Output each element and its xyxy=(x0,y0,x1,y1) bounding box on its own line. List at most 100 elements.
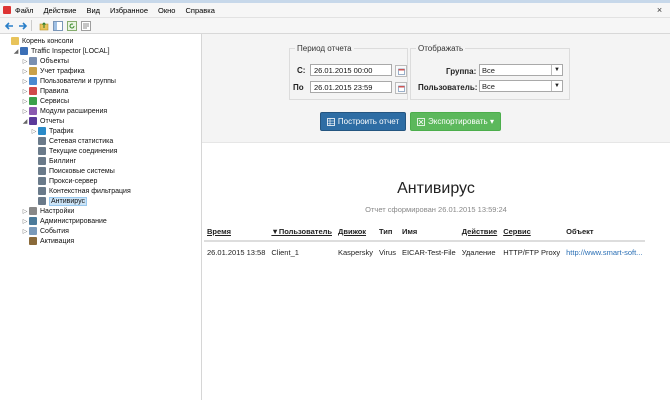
col-time[interactable]: Время xyxy=(204,222,269,242)
col-object: Объект xyxy=(563,222,646,242)
col-user[interactable]: ▼Пользователь xyxy=(268,222,335,242)
forward-arrow-icon[interactable] xyxy=(17,20,28,31)
expand-arrow-icon[interactable]: ▷ xyxy=(22,58,28,65)
menu-window[interactable]: Окно xyxy=(158,6,175,15)
report-item-icon xyxy=(38,157,46,165)
menu-help[interactable]: Справка xyxy=(185,6,214,15)
tree-item[interactable]: Контекстная фильтрация xyxy=(31,186,131,196)
tree-item[interactable]: ▷ Модули расширения xyxy=(22,106,107,116)
properties-icon[interactable] xyxy=(80,20,91,31)
table-icon xyxy=(326,117,335,126)
admin-icon xyxy=(29,217,37,225)
expand-arrow-icon[interactable]: ▷ xyxy=(22,108,28,115)
expand-arrow-icon[interactable]: ▷ xyxy=(22,208,28,215)
cell-service: HTTP/FTP Proxy xyxy=(500,240,564,262)
close-icon[interactable]: × xyxy=(655,6,664,15)
modules-icon xyxy=(29,107,37,115)
reports-icon xyxy=(29,117,37,125)
tree-item[interactable]: Прокси-сервер xyxy=(31,176,97,186)
to-label: По xyxy=(293,83,304,92)
cell-user: Client_1 xyxy=(268,240,335,262)
build-report-button[interactable]: Построить отчет xyxy=(320,112,406,131)
toolbar-separator xyxy=(31,20,32,31)
collapse-arrow-icon[interactable]: ◢ xyxy=(13,48,19,55)
user-select[interactable]: Все ▼ xyxy=(479,80,563,92)
to-date-input[interactable]: 26.01.2015 23:59 xyxy=(310,81,392,93)
menu-file[interactable]: Файл xyxy=(15,6,33,15)
tree-item-label: Модули расширения xyxy=(40,107,108,115)
tree-item[interactable]: Поисковые системы xyxy=(31,166,115,176)
tree-item[interactable]: ◢ Traffic Inspector [LOCAL] xyxy=(13,46,110,56)
tree-item-label: Контекстная фильтрация xyxy=(49,187,131,195)
expand-arrow-icon[interactable]: ▷ xyxy=(22,98,28,105)
table-header-row: Время ▼Пользователь Движок Тип Имя Дейст… xyxy=(204,222,646,242)
tree-item[interactable]: ▷ Трафик xyxy=(31,126,73,136)
col-service[interactable]: Сервис xyxy=(500,222,564,242)
report-pane: Период отчета С: 26.01.2015 00:00 По 26.… xyxy=(202,34,670,400)
back-arrow-icon[interactable] xyxy=(3,20,14,31)
tree-item-label: Сервисы xyxy=(40,97,70,105)
tree-item[interactable]: ◢ Отчеты xyxy=(22,116,64,126)
from-date-input[interactable]: 26.01.2015 00:00 xyxy=(310,64,392,76)
tree-item[interactable]: Корень консоли xyxy=(4,36,73,46)
from-label: С: xyxy=(297,66,306,75)
console-tree-icon[interactable] xyxy=(52,20,63,31)
report-item-icon xyxy=(38,167,46,175)
tree-item[interactable]: ▷ Объекты xyxy=(22,56,69,66)
col-action[interactable]: Действие xyxy=(458,222,501,242)
tree-item[interactable]: ▷ Пользователи и группы xyxy=(22,76,116,86)
expand-arrow-icon[interactable]: ▷ xyxy=(31,128,37,135)
group-select-value: Все xyxy=(482,66,495,75)
tree-item[interactable]: ▷ Настройки xyxy=(22,206,74,216)
group-label: Группа: xyxy=(446,67,477,76)
tree-item[interactable]: ▷ События xyxy=(22,226,69,236)
tree-item[interactable]: Текущие соединения xyxy=(31,146,117,156)
tree-item[interactable]: Биллинг xyxy=(31,156,76,166)
folder-up-icon[interactable] xyxy=(38,20,49,31)
expand-arrow-icon[interactable]: ▷ xyxy=(22,68,28,75)
tree-item-label: Прокси-сервер xyxy=(49,177,98,185)
traffic-accounting-icon xyxy=(29,67,37,75)
expand-arrow-icon[interactable]: ▷ xyxy=(22,218,28,225)
tree-item[interactable]: Сетевая статистика xyxy=(31,136,113,146)
cell-name: EICAR-Test-File xyxy=(398,240,459,262)
menu-favorites[interactable]: Избранное xyxy=(110,6,148,15)
tree-item[interactable]: ▷ Учет трафика xyxy=(22,66,85,76)
expand-arrow-icon[interactable]: ▷ xyxy=(22,78,28,85)
excel-icon xyxy=(417,117,425,126)
report-item-icon xyxy=(38,187,46,195)
tree-item-label: Учет трафика xyxy=(40,67,85,75)
tree-item[interactable]: Антивирус xyxy=(31,196,88,206)
tree-item[interactable]: Активация xyxy=(22,236,74,246)
col-name: Имя xyxy=(398,222,459,242)
tree-item-label: Текущие соединения xyxy=(49,147,118,155)
menu-bar: Файл Действие Вид Избранное Окно Справка… xyxy=(0,3,670,18)
expand-arrow-icon[interactable]: ▷ xyxy=(22,88,28,95)
cell-engine: Kaspersky xyxy=(335,240,377,262)
services-icon xyxy=(29,97,37,105)
export-button[interactable]: Экспортировать ▾ xyxy=(410,112,501,131)
collapse-arrow-icon[interactable]: ◢ xyxy=(22,118,28,125)
cell-object-link[interactable]: http://www.smart-soft... xyxy=(563,240,646,262)
console-tree: Корень консоли ◢ Traffic Inspector [LOCAL]… xyxy=(0,34,202,400)
traffic-inspector-icon xyxy=(20,47,28,55)
build-report-label: Построить отчет xyxy=(337,117,400,126)
group-select[interactable]: Все ▼ xyxy=(479,64,563,76)
menu-view[interactable]: Вид xyxy=(86,6,100,15)
calendar-icon[interactable] xyxy=(395,82,407,94)
col-engine[interactable]: Движок xyxy=(335,222,377,242)
calendar-icon[interactable] xyxy=(395,65,407,77)
tree-item[interactable]: ▷ Администрирование xyxy=(22,216,107,226)
rules-icon xyxy=(29,87,37,95)
chevron-down-icon: ▼ xyxy=(551,65,562,75)
user-label: Пользователь: xyxy=(418,83,478,92)
tree-item[interactable]: ▷ Правила xyxy=(22,86,68,96)
chevron-down-icon: ▼ xyxy=(551,81,562,91)
tree-item[interactable]: ▷ Сервисы xyxy=(22,96,69,106)
tree-item-label: Сетевая статистика xyxy=(49,137,114,145)
report-item-icon xyxy=(38,177,46,185)
menu-action[interactable]: Действие xyxy=(43,6,76,15)
refresh-icon[interactable] xyxy=(66,20,77,31)
tree-item-label: Пользователи и группы xyxy=(40,77,116,85)
expand-arrow-icon[interactable]: ▷ xyxy=(22,228,28,235)
